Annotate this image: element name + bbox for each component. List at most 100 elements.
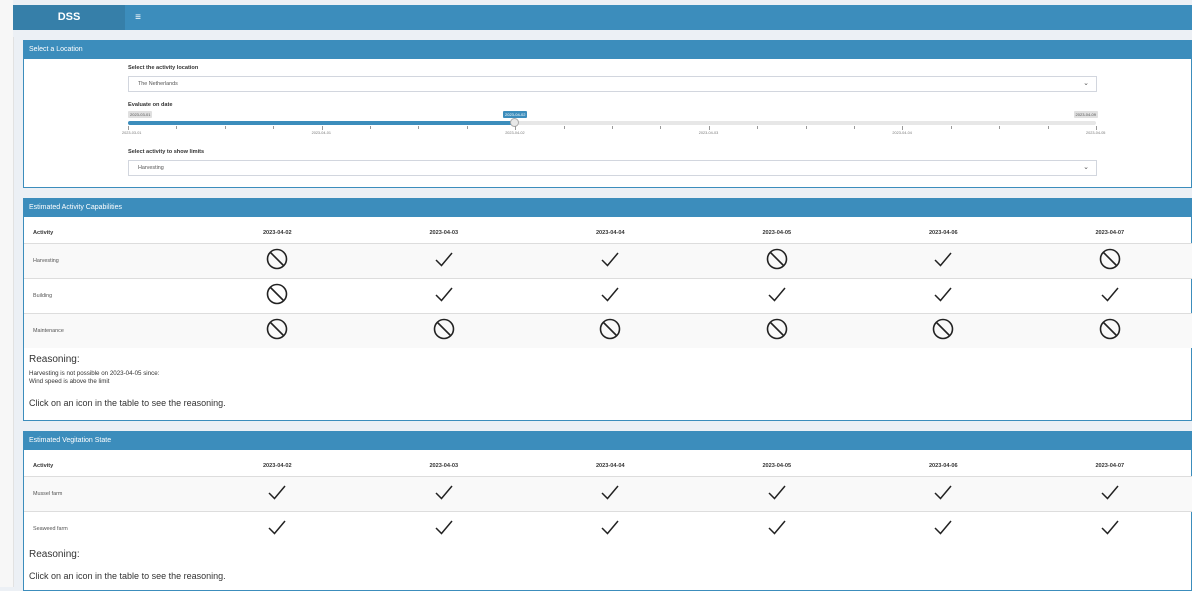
table-row: Harvesting — [24, 244, 1192, 279]
column-header-activity: Activity — [24, 456, 194, 477]
check-icon[interactable] — [1099, 481, 1121, 508]
status-cell — [361, 512, 528, 547]
table-row: Mussel farm — [24, 477, 1192, 512]
status-cell — [361, 279, 528, 314]
location-box: Select a Location Select the activity lo… — [23, 40, 1192, 188]
status-cell — [1027, 314, 1192, 349]
check-icon[interactable] — [766, 481, 788, 508]
main-header: DSS ≡ — [13, 5, 1192, 30]
chevron-down-icon: ⌄ — [1083, 77, 1089, 91]
ban-icon[interactable] — [766, 318, 788, 345]
check-icon[interactable] — [766, 516, 788, 543]
capabilities-table: Activity2023-04-022023-04-032023-04-0420… — [24, 223, 1192, 348]
location-select[interactable]: The Netherlands ⌄ — [128, 76, 1097, 92]
slider-tick — [176, 126, 177, 129]
vegetation-reasoning-title: Reasoning: — [29, 549, 80, 560]
check-icon[interactable] — [599, 283, 621, 310]
check-icon[interactable] — [766, 283, 788, 310]
slider-min-label: 2023-03-01 — [128, 111, 152, 118]
check-icon[interactable] — [433, 516, 455, 543]
ban-icon[interactable] — [599, 318, 621, 345]
ban-icon[interactable] — [932, 318, 954, 345]
status-cell — [527, 314, 694, 349]
left-edge — [0, 0, 14, 587]
capabilities-box: Estimated Activity Capabilities Activity… — [23, 198, 1192, 421]
ban-icon[interactable] — [266, 318, 288, 345]
status-cell — [194, 512, 361, 547]
check-icon[interactable] — [433, 283, 455, 310]
check-icon[interactable] — [266, 516, 288, 543]
date-slider[interactable]: 2023-03-01 2023-04-02 2023-04-09 2023-03… — [128, 111, 1100, 137]
column-header-activity: Activity — [24, 223, 194, 244]
reasoning-text-line1: Harvesting is not possible on 2023-04-05… — [29, 370, 159, 378]
slider-tick — [370, 126, 371, 129]
activity-label: Select activity to show limits — [128, 149, 204, 155]
reasoning-hint: Click on an icon in the table to see the… — [29, 398, 226, 408]
status-cell — [527, 477, 694, 512]
slider-tick-label: 2023-04-03 — [699, 131, 718, 135]
row-label: Harvesting — [24, 244, 194, 279]
row-label: Maintenance — [24, 314, 194, 349]
slider-tick — [757, 126, 758, 129]
row-label: Building — [24, 279, 194, 314]
status-cell — [361, 314, 528, 349]
sidebar-toggle-hamburger-icon[interactable]: ≡ — [131, 5, 145, 30]
check-icon[interactable] — [932, 283, 954, 310]
check-icon[interactable] — [932, 248, 954, 275]
status-cell — [194, 244, 361, 279]
status-cell — [860, 512, 1027, 547]
status-cell — [1027, 244, 1192, 279]
status-cell — [694, 279, 861, 314]
check-icon[interactable] — [599, 248, 621, 275]
check-icon[interactable] — [1099, 283, 1121, 310]
column-header-date: 2023-04-06 — [860, 223, 1027, 244]
ban-icon[interactable] — [266, 248, 288, 275]
check-icon[interactable] — [599, 516, 621, 543]
status-cell — [860, 477, 1027, 512]
slider-max-label: 2023-04-09 — [1074, 111, 1098, 118]
status-cell — [194, 477, 361, 512]
ban-icon[interactable] — [433, 318, 455, 345]
status-cell — [860, 279, 1027, 314]
ban-icon[interactable] — [766, 248, 788, 275]
check-icon[interactable] — [433, 481, 455, 508]
status-cell — [860, 244, 1027, 279]
slider-tick — [951, 126, 952, 129]
slider-tick — [564, 126, 565, 129]
activity-select[interactable]: Harvesting ⌄ — [128, 160, 1097, 176]
slider-tick-label: 2023-04-01 — [312, 131, 331, 135]
status-cell — [1027, 512, 1192, 547]
location-label: Select the activity location — [128, 65, 198, 71]
check-icon[interactable] — [433, 248, 455, 275]
column-header-date: 2023-04-06 — [860, 456, 1027, 477]
slider-tick — [660, 126, 661, 129]
ban-icon[interactable] — [1099, 318, 1121, 345]
app-logo[interactable]: DSS — [13, 5, 125, 30]
vegetation-box: Estimated Vegitation State Activity2023-… — [23, 431, 1192, 591]
check-icon[interactable] — [932, 481, 954, 508]
status-cell — [1027, 279, 1192, 314]
reasoning-title: Reasoning: — [29, 354, 80, 365]
slider-tick — [902, 126, 903, 130]
check-icon[interactable] — [1099, 516, 1121, 543]
check-icon[interactable] — [266, 481, 288, 508]
check-icon[interactable] — [932, 516, 954, 543]
check-icon[interactable] — [599, 481, 621, 508]
table-row: Maintenance — [24, 314, 1192, 349]
status-cell — [1027, 477, 1192, 512]
slider-tick — [128, 126, 129, 130]
slider-tick — [999, 126, 1000, 129]
column-header-date: 2023-04-02 — [194, 223, 361, 244]
status-cell — [361, 477, 528, 512]
status-cell — [694, 512, 861, 547]
reasoning-text-line2: Wind speed is above the limit — [29, 378, 109, 386]
chevron-down-icon: ⌄ — [1083, 161, 1089, 175]
slider-current-label: 2023-04-02 — [503, 111, 527, 118]
ban-icon[interactable] — [1099, 248, 1121, 275]
slider-tick-label: 2023-04-05 — [1086, 131, 1105, 135]
slider-tick-label: 2023-03-01 — [122, 131, 141, 135]
status-cell — [694, 477, 861, 512]
activity-select-value: Harvesting — [138, 165, 164, 171]
slider-tick — [806, 126, 807, 129]
ban-icon[interactable] — [266, 283, 288, 310]
